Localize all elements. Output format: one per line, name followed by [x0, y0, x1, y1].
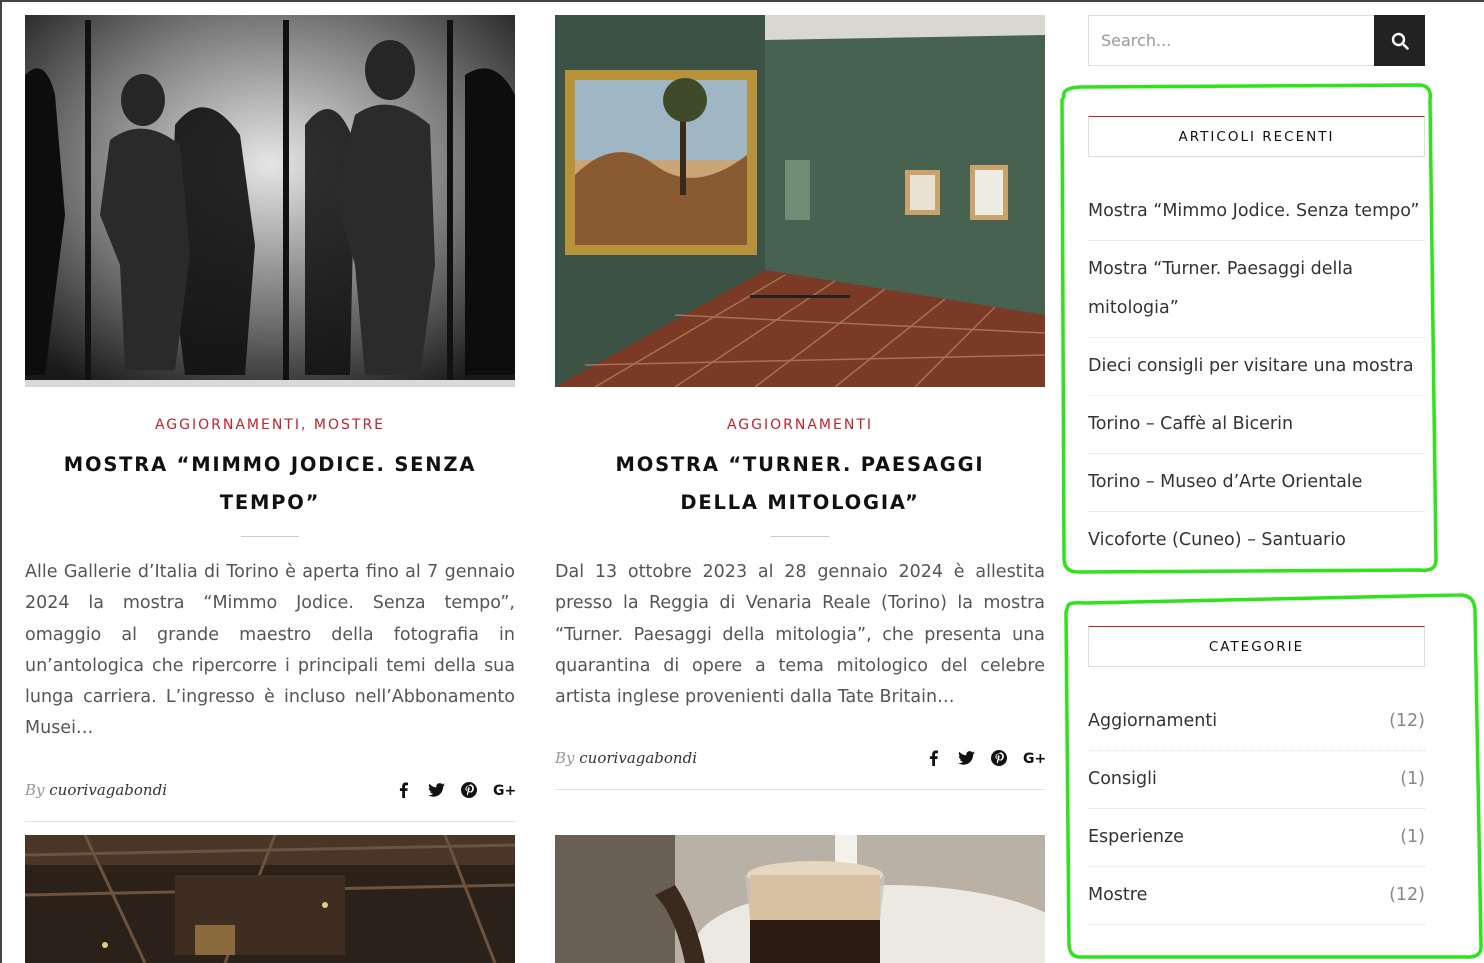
category-item[interactable]: Esperienze (1) — [1088, 809, 1425, 867]
category-separator: , — [301, 417, 308, 433]
category-link[interactable]: AGGIORNAMENTI — [155, 417, 301, 433]
categories-list: Aggiornamenti (12) Consigli (1) Esperienze… — [1088, 693, 1425, 925]
bronze-runners-photo — [25, 15, 515, 387]
category-name[interactable]: Consigli — [1088, 760, 1157, 799]
byline: By cuorivagabondi — [25, 781, 167, 799]
category-link[interactable]: MOSTRE — [314, 417, 385, 433]
category-count: (12) — [1389, 711, 1425, 731]
recent-posts-list: Mostra “Mimmo Jodice. Senza tempo” Mostr… — [1088, 183, 1425, 569]
google-plus-icon[interactable]: G+ — [493, 781, 515, 799]
post-meta: By cuorivagabondi G+ — [25, 779, 515, 801]
title-divider — [241, 536, 299, 537]
facebook-icon[interactable] — [394, 781, 412, 799]
post-thumbnail[interactable] — [555, 15, 1045, 387]
post-title[interactable]: MOSTRA “MIMMO JODICE. SENZA TEMPO” — [25, 446, 515, 522]
twitter-icon[interactable] — [957, 749, 975, 767]
share-buttons: G+ — [924, 749, 1045, 767]
categories-widget: CATEGORIE Aggiornamenti (12) Consigli (1) … — [1088, 626, 1425, 925]
recent-post-link[interactable]: Mostra “Turner. Paesaggi della mitologia… — [1088, 241, 1425, 338]
svg-text:G+: G+ — [1023, 751, 1045, 765]
turner-gallery-photo — [555, 15, 1045, 387]
category-count: (12) — [1389, 885, 1425, 905]
author-link[interactable]: cuorivagabondi — [579, 749, 697, 767]
search-button[interactable] — [1374, 15, 1425, 66]
post-divider — [25, 820, 515, 822]
category-name[interactable]: Mostre — [1088, 876, 1147, 915]
post-title[interactable]: MOSTRA “TURNER. PAESAGGI DELLA MITOLOGIA… — [555, 446, 1045, 522]
post-card: AGGIORNAMENTI, MOSTRE MOSTRA “MIMMO JODI… — [25, 15, 515, 822]
title-divider — [771, 536, 829, 537]
post-card: AGGIORNAMENTI MOSTRA “TURNER. PAESAGGI D… — [555, 15, 1045, 791]
byline-prefix: By — [25, 780, 45, 799]
post-categories: AGGIORNAMENTI — [555, 417, 1045, 433]
category-item[interactable]: Mostre (12) — [1088, 867, 1425, 925]
recent-post-link[interactable]: Dieci consigli per visitare una mostra — [1088, 338, 1425, 396]
top-border — [0, 0, 1484, 2]
recent-post-link[interactable]: Mostra “Mimmo Jodice. Senza tempo” — [1088, 183, 1425, 241]
recent-posts-widget: ARTICOLI RECENTI Mostra “Mimmo Jodice. S… — [1088, 116, 1425, 569]
industrial-hall-photo — [25, 835, 515, 963]
left-border — [0, 0, 2, 963]
post-thumbnail[interactable] — [25, 15, 515, 387]
post-excerpt: Alle Gallerie d’Italia di Torino è apert… — [25, 562, 515, 739]
byline-prefix: By — [555, 749, 575, 768]
recent-post-link[interactable]: Torino – Caffè al Bicerin — [1088, 396, 1425, 454]
share-buttons: G+ — [394, 781, 515, 799]
recent-post-link[interactable]: Torino – Museo d’Arte Orientale — [1088, 454, 1425, 512]
widget-title: CATEGORIE — [1088, 626, 1425, 667]
category-name[interactable]: Aggiornamenti — [1088, 702, 1217, 741]
category-item[interactable]: Consigli (1) — [1088, 751, 1425, 809]
facebook-icon[interactable] — [924, 749, 942, 767]
post-categories: AGGIORNAMENTI, MOSTRE — [25, 417, 515, 433]
recent-post-link[interactable]: Vicoforte (Cuneo) – Santuario — [1088, 512, 1425, 569]
category-count: (1) — [1400, 827, 1425, 847]
post-divider — [555, 789, 1045, 791]
search-input[interactable]: Search... — [1088, 15, 1374, 66]
byline: By cuorivagabondi — [555, 749, 697, 767]
category-link[interactable]: AGGIORNAMENTI — [727, 417, 873, 433]
post-meta: By cuorivagabondi G+ — [555, 747, 1045, 769]
google-plus-icon[interactable]: G+ — [1023, 749, 1045, 767]
twitter-icon[interactable] — [427, 781, 445, 799]
category-count: (1) — [1400, 769, 1425, 789]
pinterest-icon[interactable] — [990, 749, 1008, 767]
search-icon — [1391, 32, 1409, 50]
search-form: Search... — [1088, 15, 1425, 66]
post-thumbnail[interactable] — [555, 835, 1045, 963]
svg-text:G+: G+ — [493, 783, 515, 797]
category-item[interactable]: Aggiornamenti (12) — [1088, 693, 1425, 751]
widget-title: ARTICOLI RECENTI — [1088, 116, 1425, 157]
bicerin-coffee-photo — [555, 835, 1045, 963]
post-thumbnail[interactable] — [25, 835, 515, 963]
author-link[interactable]: cuorivagabondi — [49, 781, 167, 799]
pinterest-icon[interactable] — [460, 781, 478, 799]
post-excerpt: Dal 13 ottobre 2023 al 28 gennaio 2024 è… — [555, 562, 1045, 708]
category-name[interactable]: Esperienze — [1088, 818, 1184, 857]
